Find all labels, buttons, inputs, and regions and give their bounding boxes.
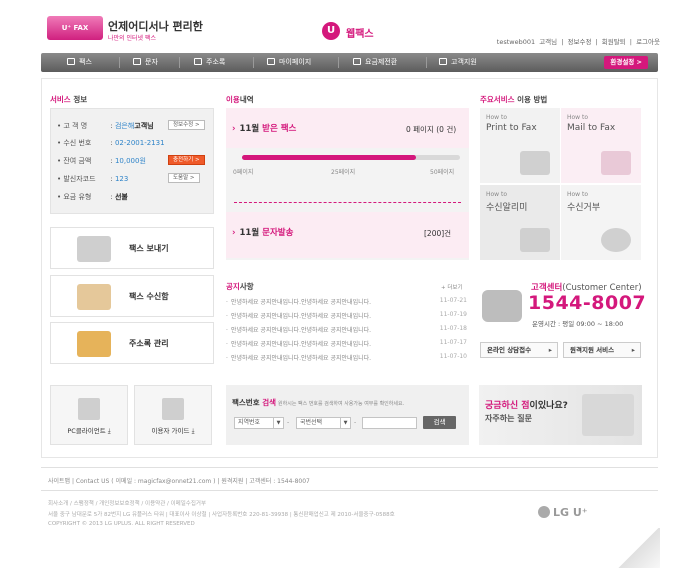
edit-info-link[interactable]: 정보수정: [568, 38, 592, 46]
main-nav: 팩스 문자 주소록 마이페이지 요금제전환 고객지원 환경설정 >: [41, 53, 658, 72]
faq-subtitle: 자주하는 질문: [485, 414, 532, 423]
nav-item-mypage[interactable]: 마이페이지: [267, 53, 311, 72]
computer-icon: [78, 398, 100, 420]
howto-title: 주요서비스 이용 방법: [480, 95, 548, 104]
chevron-down-icon: ▼: [273, 418, 283, 428]
footer-policy-links[interactable]: 회사소개 / 스팸정책 / 개인정보보호정책 / 이용약관 / 이메일수집거부: [48, 499, 206, 507]
sms-sent-label: › 11월 문자발송: [232, 228, 294, 238]
switch-icon: [353, 58, 361, 65]
guide-book-icon: [162, 398, 184, 420]
printer-icon: [520, 151, 550, 175]
fax-inbox-card[interactable]: 팩스 수신함: [50, 275, 214, 317]
notice-item[interactable]: · 안녕하세요 공지안내입니다.안녕하세요 공지안내입니다. 11-07-19: [226, 311, 471, 320]
magnifier-icon: [77, 284, 111, 310]
service-info-box: • 고 객 명: 검은해고객님 정보수정 > • 수신 번호: 02-2001-…: [50, 108, 214, 214]
nav-item-plan[interactable]: 요금제전환: [353, 53, 397, 72]
howto-mail-to-fax[interactable]: How to Mail to Fax: [561, 108, 641, 183]
edit-info-button[interactable]: 정보수정 >: [168, 120, 205, 130]
lg-uplus-logo: LG U⁺: [538, 506, 588, 519]
notice-item[interactable]: · 안녕하세요 공지안내입니다.안녕하세요 공지안내입니다. 11-07-18: [226, 325, 471, 334]
office-code-select[interactable]: 국번선택 ▼: [296, 417, 351, 429]
nav-item-address[interactable]: 주소록: [194, 53, 225, 72]
download-icon: ⤓: [107, 427, 111, 435]
fax-icon: [67, 58, 75, 65]
howto-block-receive[interactable]: How to 수신거부: [561, 185, 641, 260]
notice-item[interactable]: · 안녕하세요 공지안내입니다.안녕하세요 공지안내입니다. 11-07-10: [226, 353, 471, 362]
fax-search-title: 팩스번호 검색 원하시는 팩스 번호를 검색하여 사용가능 여부를 확인하세요.: [232, 398, 405, 407]
chevron-right-icon: ▸: [631, 346, 635, 354]
notice-item[interactable]: · 안녕하세요 공지안내입니다.안녕하세요 공지안내입니다. 11-07-17: [226, 339, 471, 348]
telephone-icon: [482, 290, 522, 322]
footer-copyright: COPYRIGHT © 2013 LG UPLUS. ALL RIGHT RES…: [48, 521, 195, 527]
chevron-down-icon: ▼: [340, 418, 350, 428]
howto-receive-alert[interactable]: How to 수신알리미: [480, 185, 560, 260]
balance-row: • 잔여 금액: 10,000원: [57, 157, 146, 165]
chevron-right-icon: ▸: [548, 346, 552, 354]
fax-machine-icon: [77, 236, 111, 262]
region-code-select[interactable]: 지역번호 ▼: [234, 417, 284, 429]
plan-type-row: • 요금 유형: 선불: [57, 193, 128, 201]
brand-tagline: 나만의 인터넷 팩스: [108, 35, 156, 42]
pc-client-card[interactable]: PC클라이언트 ⤓: [50, 385, 128, 445]
download-icon: ⤓: [191, 427, 195, 435]
user-id: testweb001: [496, 38, 536, 46]
nav-item-sms[interactable]: 문자: [133, 53, 158, 72]
customer-center-phone: 1544-8007: [528, 292, 647, 314]
faq-headline: 궁금하신 점이있나요?: [485, 401, 568, 411]
logout-link[interactable]: 로그아웃: [636, 38, 660, 46]
user-guide-card[interactable]: 이용자 가이드 ⤓: [134, 385, 212, 445]
footer-links[interactable]: 사이트맵 | Contact US ( 이메일 : magicfax@onnet…: [48, 476, 310, 485]
usage-divider: [234, 202, 461, 203]
service-name: 웹팩스: [346, 29, 374, 40]
fax-number-search-box: [226, 385, 469, 445]
bar-label-mid: 25페이지: [331, 169, 356, 176]
folder-icon: [194, 58, 202, 65]
received-fax-value: 0 페이지 (0 건): [406, 125, 457, 134]
nav-item-support[interactable]: 고객지원: [439, 53, 477, 72]
sms-sent-value: [200]건: [424, 229, 452, 238]
usage-title: 이용내역: [226, 95, 254, 104]
mail-icon: [601, 151, 631, 175]
remote-support-button[interactable]: 원격지원 서비스 ▸: [563, 342, 641, 358]
help-button[interactable]: 도움말 >: [168, 173, 200, 183]
brand-logo[interactable]: U⁺ FAX: [47, 16, 103, 40]
nav-item-fax[interactable]: 팩스: [67, 53, 92, 72]
brand-title: 언제어디서나 편리한: [108, 20, 203, 33]
send-fax-card[interactable]: 팩스 보내기: [50, 227, 214, 269]
alert-icon: [520, 228, 550, 252]
receive-number-row: • 수신 번호: 02-2001-2131: [57, 139, 165, 147]
notice-title: 공지사항: [226, 282, 254, 291]
sender-code-row: • 발신자코드: 123: [57, 175, 129, 183]
notice-item[interactable]: · 안녕하세요 공지안내입니다.안녕하세요 공지안내입니다. 11-07-21: [226, 297, 471, 306]
withdraw-link[interactable]: 회원탈퇴: [602, 38, 626, 46]
usage-progress-bar: [242, 155, 460, 160]
charge-button[interactable]: 충전하기 >: [168, 155, 205, 165]
number-input[interactable]: [362, 417, 417, 429]
document-icon: [267, 58, 275, 65]
online-consult-button[interactable]: 온라인 상담접수 ▸: [480, 342, 558, 358]
user-suffix: 고객님: [539, 38, 558, 46]
bar-label-max: 50페이지: [430, 169, 455, 176]
bar-label-min: 0페이지: [233, 169, 254, 176]
settings-button[interactable]: 환경설정 >: [604, 56, 648, 69]
footer-address: 서울 중구 남대문로 5가 82번지 LG 유플러스 타워 | 대표이사 이상철…: [48, 512, 395, 518]
service-info-title: 서비스 정보: [50, 95, 88, 104]
page-curl-decoration: [616, 528, 660, 568]
customer-center-hours: 운영시간 : 평일 09:00 ~ 18:00: [532, 320, 624, 328]
notice-more-link[interactable]: + 더보기: [441, 283, 463, 291]
howto-print-to-fax[interactable]: How to Print to Fax: [480, 108, 560, 183]
address-book-icon: [77, 331, 111, 357]
user-bar: testweb001 고객님 | 정보수정 | 회원탈퇴 | 로그아웃: [496, 38, 660, 46]
usage-progress-fill: [242, 155, 417, 160]
customer-name-row: • 고 객 명: 검은해고객님: [57, 122, 154, 130]
block-icon: [601, 228, 631, 252]
uplus-logo-icon: U: [322, 22, 340, 40]
user-icon: [439, 58, 447, 65]
address-book-card[interactable]: 주소록 관리: [50, 322, 214, 364]
received-fax-label: › 11월 받은 팩스: [232, 124, 297, 134]
search-button[interactable]: 검색: [423, 416, 456, 429]
phone-icon: [133, 58, 141, 65]
faq-screen-icon: [582, 394, 634, 436]
lg-logo-icon: [538, 506, 550, 518]
